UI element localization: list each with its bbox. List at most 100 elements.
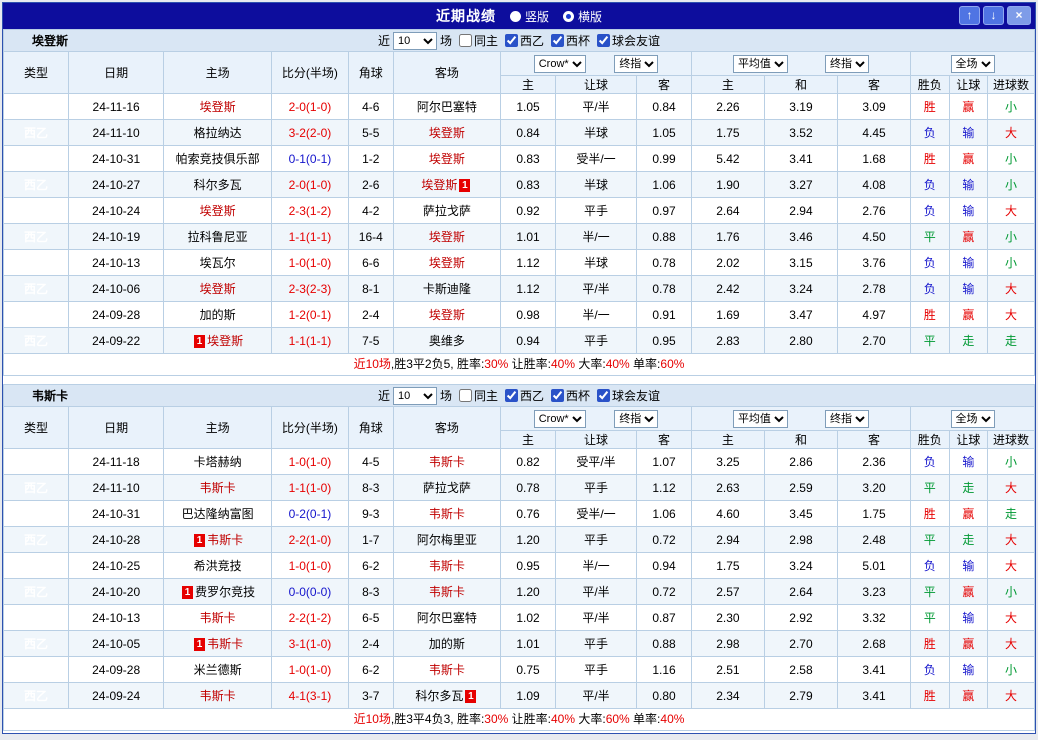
home-team[interactable]: 格拉纳达 <box>194 126 242 140</box>
checkbox-input[interactable] <box>505 34 518 47</box>
score-cell: 1-0(1-0) <box>270 552 349 579</box>
home-team[interactable]: 埃登斯 <box>200 100 236 114</box>
checkbox-input[interactable] <box>551 34 565 47</box>
average-select[interactable]: 平均值 <box>732 54 788 73</box>
home-team[interactable]: 希洪竞技 <box>194 559 242 573</box>
filter-checkbox-西乙[interactable]: 西乙 <box>501 32 544 49</box>
filter-checkbox-西乙[interactable]: 西乙 <box>501 387 544 404</box>
home-team[interactable]: 埃登斯 <box>200 282 236 296</box>
home-team[interactable]: 埃登斯 <box>200 204 236 218</box>
odds-stage-select[interactable]: 终指 <box>614 54 659 73</box>
checkbox-input[interactable] <box>458 389 472 402</box>
radio-icon <box>509 10 521 22</box>
score[interactable]: 1-1(1-0) <box>289 481 332 495</box>
score[interactable]: 2-2(1-2) <box>289 611 332 625</box>
avg-away: 2.48 <box>836 526 912 553</box>
home-team[interactable]: 韦斯卡 <box>207 637 243 651</box>
home-team[interactable]: 巴达隆纳富图 <box>182 507 254 521</box>
fulltime-scope-select[interactable]: 全场 <box>950 409 995 428</box>
score[interactable]: 2-0(1-0) <box>289 178 332 192</box>
layout-radio-horizontal[interactable]: 横版 <box>563 8 602 25</box>
checkbox-input[interactable] <box>597 389 611 402</box>
away-team-cell: 奥维多 <box>392 327 502 354</box>
avg-stage-select[interactable]: 终指 <box>824 54 869 73</box>
away-team[interactable]: 埃登斯 <box>421 178 457 192</box>
fulltime-scope-select[interactable]: 全场 <box>950 54 995 73</box>
move-up-button[interactable]: ↑ <box>959 6 980 25</box>
home-team[interactable]: 米兰德斯 <box>194 663 242 677</box>
filter-checkbox-西杯[interactable]: 西杯 <box>547 387 590 404</box>
away-team[interactable]: 埃登斯 <box>429 308 465 322</box>
score[interactable]: 1-0(1-0) <box>289 559 332 573</box>
away-team[interactable]: 阿尔梅里亚 <box>417 533 477 547</box>
recent-count-select[interactable]: 10 <box>392 386 437 405</box>
match-row: 西乙 24-11-10 韦斯卡 1-1(1-0) 8-3 萨拉戈萨 0.78 平手 1.12 2.… <box>3 474 1035 501</box>
away-team[interactable]: 萨拉戈萨 <box>423 204 471 218</box>
home-team[interactable]: 韦斯卡 <box>200 611 236 625</box>
checkbox-input[interactable] <box>458 34 472 47</box>
away-team[interactable]: 萨拉戈萨 <box>423 481 471 495</box>
score[interactable]: 0-2(0-1) <box>289 507 332 521</box>
close-button[interactable]: × <box>1007 6 1031 25</box>
away-team[interactable]: 韦斯卡 <box>429 507 465 521</box>
score[interactable]: 1-2(0-1) <box>289 308 332 322</box>
filter-checkbox-同主[interactable]: 同主 <box>455 32 498 49</box>
move-down-button[interactable]: ↓ <box>983 6 1004 25</box>
score[interactable]: 2-2(1-0) <box>289 533 332 547</box>
away-team[interactable]: 韦斯卡 <box>429 559 465 573</box>
recent-count-select[interactable]: 10 <box>392 31 437 50</box>
home-team[interactable]: 拉科鲁尼亚 <box>188 230 248 244</box>
odds-stage-select[interactable]: 终指 <box>614 409 659 428</box>
away-team[interactable]: 奥维多 <box>429 334 465 348</box>
home-team[interactable]: 科尔多瓦 <box>194 178 242 192</box>
away-team[interactable]: 科尔多瓦 <box>415 689 463 703</box>
score[interactable]: 1-1(1-1) <box>289 230 332 244</box>
score[interactable]: 3-2(2-0) <box>289 126 332 140</box>
filter-checkbox-球会友谊[interactable]: 球会友谊 <box>593 387 660 404</box>
layout-radio-vertical[interactable]: 竖版 <box>509 8 549 25</box>
score[interactable]: 3-1(1-0) <box>289 637 332 651</box>
filter-checkbox-西杯[interactable]: 西杯 <box>547 32 590 49</box>
checkbox-input[interactable] <box>597 34 611 47</box>
away-team[interactable]: 埃登斯 <box>429 126 465 140</box>
away-team[interactable]: 阿尔巴塞特 <box>417 100 477 114</box>
score[interactable]: 1-0(1-0) <box>289 455 332 469</box>
score[interactable]: 2-0(1-0) <box>289 100 332 114</box>
score[interactable]: 1-0(1-0) <box>289 663 332 677</box>
games-label: 场 <box>439 389 452 403</box>
home-team[interactable]: 卡塔赫纳 <box>194 455 242 469</box>
home-team[interactable]: 埃登斯 <box>207 334 243 348</box>
score[interactable]: 1-0(1-0) <box>289 256 332 270</box>
score[interactable]: 1-1(1-1) <box>289 334 332 348</box>
bookmaker-select[interactable]: Crow* <box>533 409 586 428</box>
away-team[interactable]: 卡斯迪隆 <box>423 282 471 296</box>
home-team[interactable]: 费罗尔竞技 <box>195 585 255 599</box>
checkbox-input[interactable] <box>551 389 565 402</box>
checkbox-input[interactable] <box>505 389 518 402</box>
away-team[interactable]: 加的斯 <box>429 637 465 651</box>
score[interactable]: 0-0(0-0) <box>289 585 332 599</box>
score[interactable]: 2-3(1-2) <box>289 204 332 218</box>
filter-checkbox-同主[interactable]: 同主 <box>455 387 498 404</box>
average-select[interactable]: 平均值 <box>732 409 788 428</box>
home-team[interactable]: 埃瓦尔 <box>200 256 236 270</box>
avg-stage-select[interactable]: 终指 <box>824 409 869 428</box>
away-team[interactable]: 韦斯卡 <box>429 455 465 469</box>
away-team[interactable]: 埃登斯 <box>429 230 465 244</box>
score[interactable]: 4-1(3-1) <box>289 689 332 703</box>
home-team[interactable]: 韦斯卡 <box>200 689 236 703</box>
away-team[interactable]: 埃登斯 <box>429 256 465 270</box>
away-team[interactable]: 韦斯卡 <box>429 663 465 677</box>
home-team[interactable]: 帕索竞技俱乐部 <box>176 152 260 166</box>
filter-checkbox-球会友谊[interactable]: 球会友谊 <box>593 32 660 49</box>
corner-score: 2-4 <box>347 301 394 328</box>
away-team[interactable]: 韦斯卡 <box>429 585 465 599</box>
home-team[interactable]: 韦斯卡 <box>200 481 236 495</box>
score[interactable]: 0-1(0-1) <box>289 152 332 166</box>
away-team[interactable]: 阿尔巴塞特 <box>417 611 477 625</box>
home-team[interactable]: 韦斯卡 <box>207 533 243 547</box>
away-team[interactable]: 埃登斯 <box>429 152 465 166</box>
bookmaker-select[interactable]: Crow* <box>533 54 586 73</box>
score[interactable]: 2-3(2-3) <box>289 282 332 296</box>
home-team[interactable]: 加的斯 <box>200 308 236 322</box>
